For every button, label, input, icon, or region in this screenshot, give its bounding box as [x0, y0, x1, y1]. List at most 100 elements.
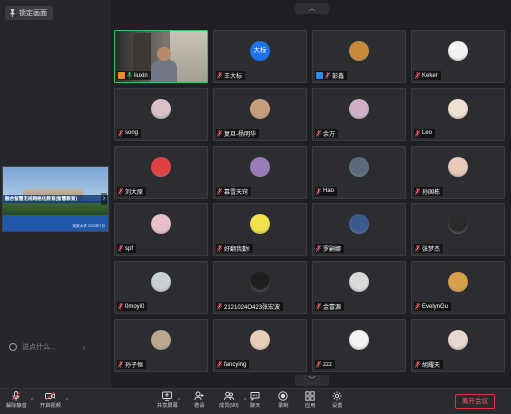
share-screen-icon	[162, 391, 173, 401]
participant-name-tag: 胡耀天	[414, 360, 444, 369]
participant-name-tag: liuxin	[117, 71, 151, 80]
participant-name-tag: Hao	[315, 186, 338, 196]
video-options-caret-icon[interactable]: ^	[66, 398, 68, 404]
scroll-down-button[interactable]: ﹀	[295, 375, 329, 386]
participant-name: spf	[125, 245, 134, 252]
participant-tile[interactable]: 大标 王大标	[213, 30, 307, 83]
unmute-button[interactable]: 解除静音	[6, 391, 27, 413]
participant-name-tag: 金富源	[315, 302, 345, 312]
start-video-button[interactable]: 开启视频	[40, 391, 61, 413]
meeting-window: 锁定画面 融合智慧无线网络化教育(智慧教育) 某某大学 2020年7月 › 说点…	[0, 0, 511, 414]
avatar	[448, 156, 468, 177]
participant-name-tag: 彭鑫	[315, 71, 348, 80]
members-label: 成员(90)	[219, 403, 239, 409]
participant-tile[interactable]: 好翻我勤!	[213, 203, 307, 257]
members-options-caret-icon[interactable]: ^	[244, 398, 246, 404]
chat-placeholder: 说点什么...	[22, 344, 56, 351]
participant-name: 孙国栋	[422, 189, 441, 196]
apps-button[interactable]: 应用	[305, 391, 315, 413]
participant-tile[interactable]: 孙子恒	[114, 319, 208, 372]
participant-tile[interactable]: Keker	[411, 30, 505, 83]
avatar	[151, 330, 171, 350]
mic-muted-icon	[118, 245, 123, 253]
collapse-icon[interactable]: ‹	[83, 343, 86, 352]
participant-name: Keker	[422, 72, 438, 79]
mic-muted-icon	[316, 187, 321, 195]
next-arrow-icon[interactable]: ›	[101, 193, 107, 205]
meeting-toolbar: 解除静音 ^ 开启视频 ^ 共享屏幕 ^ 邀请 成员(90) ^ 聊天 录制 应…	[0, 388, 511, 414]
participant-name-tag: 张梦杰	[414, 244, 444, 254]
participant-name-tag: 刘大原	[117, 186, 147, 196]
participant-tile[interactable]: song	[114, 87, 208, 141]
participant-tile[interactable]: spf	[114, 203, 208, 257]
avatar	[448, 41, 468, 61]
participant-tile[interactable]: Leo	[411, 87, 505, 141]
gear-icon	[332, 391, 342, 401]
participant-tile[interactable]: 金富源	[312, 261, 406, 315]
participant-name: 金富源	[323, 305, 342, 312]
avatar	[250, 98, 270, 119]
participant-name: 张梦杰	[422, 247, 441, 254]
apps-icon	[305, 391, 315, 401]
participant-tile[interactable]: 2121024O423张宏波	[213, 261, 307, 315]
participant-tile[interactable]: Hao	[312, 145, 406, 199]
participant-name: 好翻我勤!	[224, 247, 250, 254]
mic-muted-icon	[217, 245, 222, 253]
participant-tile[interactable]: 0moyi0	[114, 261, 208, 315]
share-options-caret-icon[interactable]: ^	[178, 398, 180, 404]
participant-gallery: liuxin 大标 王大标 彭鑫 Keker song 复旦-杨明华 余万 Leo 刘大原 慕雪天窍…	[114, 30, 508, 372]
participant-tile[interactable]: 余万	[312, 87, 406, 141]
participant-tile[interactable]: 孙国栋	[411, 145, 505, 199]
participant-tile[interactable]: fancying	[213, 319, 307, 372]
participant-tile[interactable]: zzz	[312, 319, 406, 372]
audio-options-caret-icon[interactable]: ^	[31, 398, 33, 404]
participant-tile[interactable]: 彭鑫	[312, 30, 406, 83]
mic-muted-icon	[316, 129, 321, 137]
participant-name-tag: 复旦-杨明华	[216, 128, 259, 138]
avatar	[349, 272, 369, 293]
participant-name-tag: 好翻我勤!	[216, 244, 253, 254]
leave-meeting-button[interactable]: 离开会议	[455, 394, 495, 409]
shared-screen-thumbnail[interactable]: 融合智慧无线网络化教育(智慧教育) 某某大学 2020年7月 ›	[2, 166, 109, 232]
mic-muted-icon	[316, 361, 321, 368]
host-icon	[118, 72, 125, 79]
mic-muted-icon	[118, 361, 123, 368]
pin-icon	[9, 9, 16, 17]
members-button[interactable]: 成员(90)	[219, 391, 239, 413]
participant-tile[interactable]: 刘大原	[114, 145, 208, 199]
scroll-up-button[interactable]: ︿	[295, 3, 329, 14]
participant-tile[interactable]: 慕雪天窍	[213, 145, 307, 199]
mic-muted-icon	[415, 245, 420, 253]
invite-button[interactable]: 邀请	[194, 391, 204, 413]
lock-screen-button[interactable]: 锁定画面	[5, 6, 53, 20]
participant-name: Leo	[422, 130, 433, 137]
avatar	[151, 156, 171, 177]
participant-tile[interactable]: 罗嗣娜	[312, 203, 406, 257]
shared-screen-title: 融合智慧无线网络化教育(智慧教育)	[5, 196, 77, 201]
mic-muted-icon	[11, 391, 21, 401]
mic-muted-icon	[415, 361, 420, 368]
share-screen-button[interactable]: 共享屏幕	[157, 391, 178, 413]
mic-muted-icon	[118, 187, 123, 195]
chat-button[interactable]: 聊天	[250, 391, 260, 413]
participant-name-tag: 罗嗣娜	[315, 244, 345, 254]
participant-name: 复旦-杨明华	[224, 131, 256, 138]
record-icon	[278, 391, 288, 401]
participant-tile[interactable]: 胡耀天	[411, 319, 505, 372]
mic-muted-icon	[415, 129, 420, 137]
settings-button[interactable]: 设置	[332, 391, 342, 413]
participant-tile[interactable]: liuxin	[114, 30, 208, 83]
mic-muted-icon	[217, 187, 222, 195]
record-button[interactable]: 录制	[278, 391, 288, 413]
emoji-icon[interactable]	[9, 343, 17, 351]
participant-tile[interactable]: EvelynGu	[411, 261, 505, 315]
avatar	[151, 272, 171, 293]
participant-tile[interactable]: 张梦杰	[411, 203, 505, 257]
participant-name: 2121024O423张宏波	[224, 305, 281, 312]
participant-tile[interactable]: 复旦-杨明华	[213, 87, 307, 141]
mic-on-icon	[127, 72, 132, 79]
participant-name: zzz	[323, 361, 332, 368]
mic-muted-icon	[325, 72, 330, 79]
chat-input[interactable]: 说点什么... ‹	[9, 340, 109, 354]
left-panel: 锁定画面 融合智慧无线网络化教育(智慧教育) 某某大学 2020年7月 › 说点…	[0, 0, 111, 388]
